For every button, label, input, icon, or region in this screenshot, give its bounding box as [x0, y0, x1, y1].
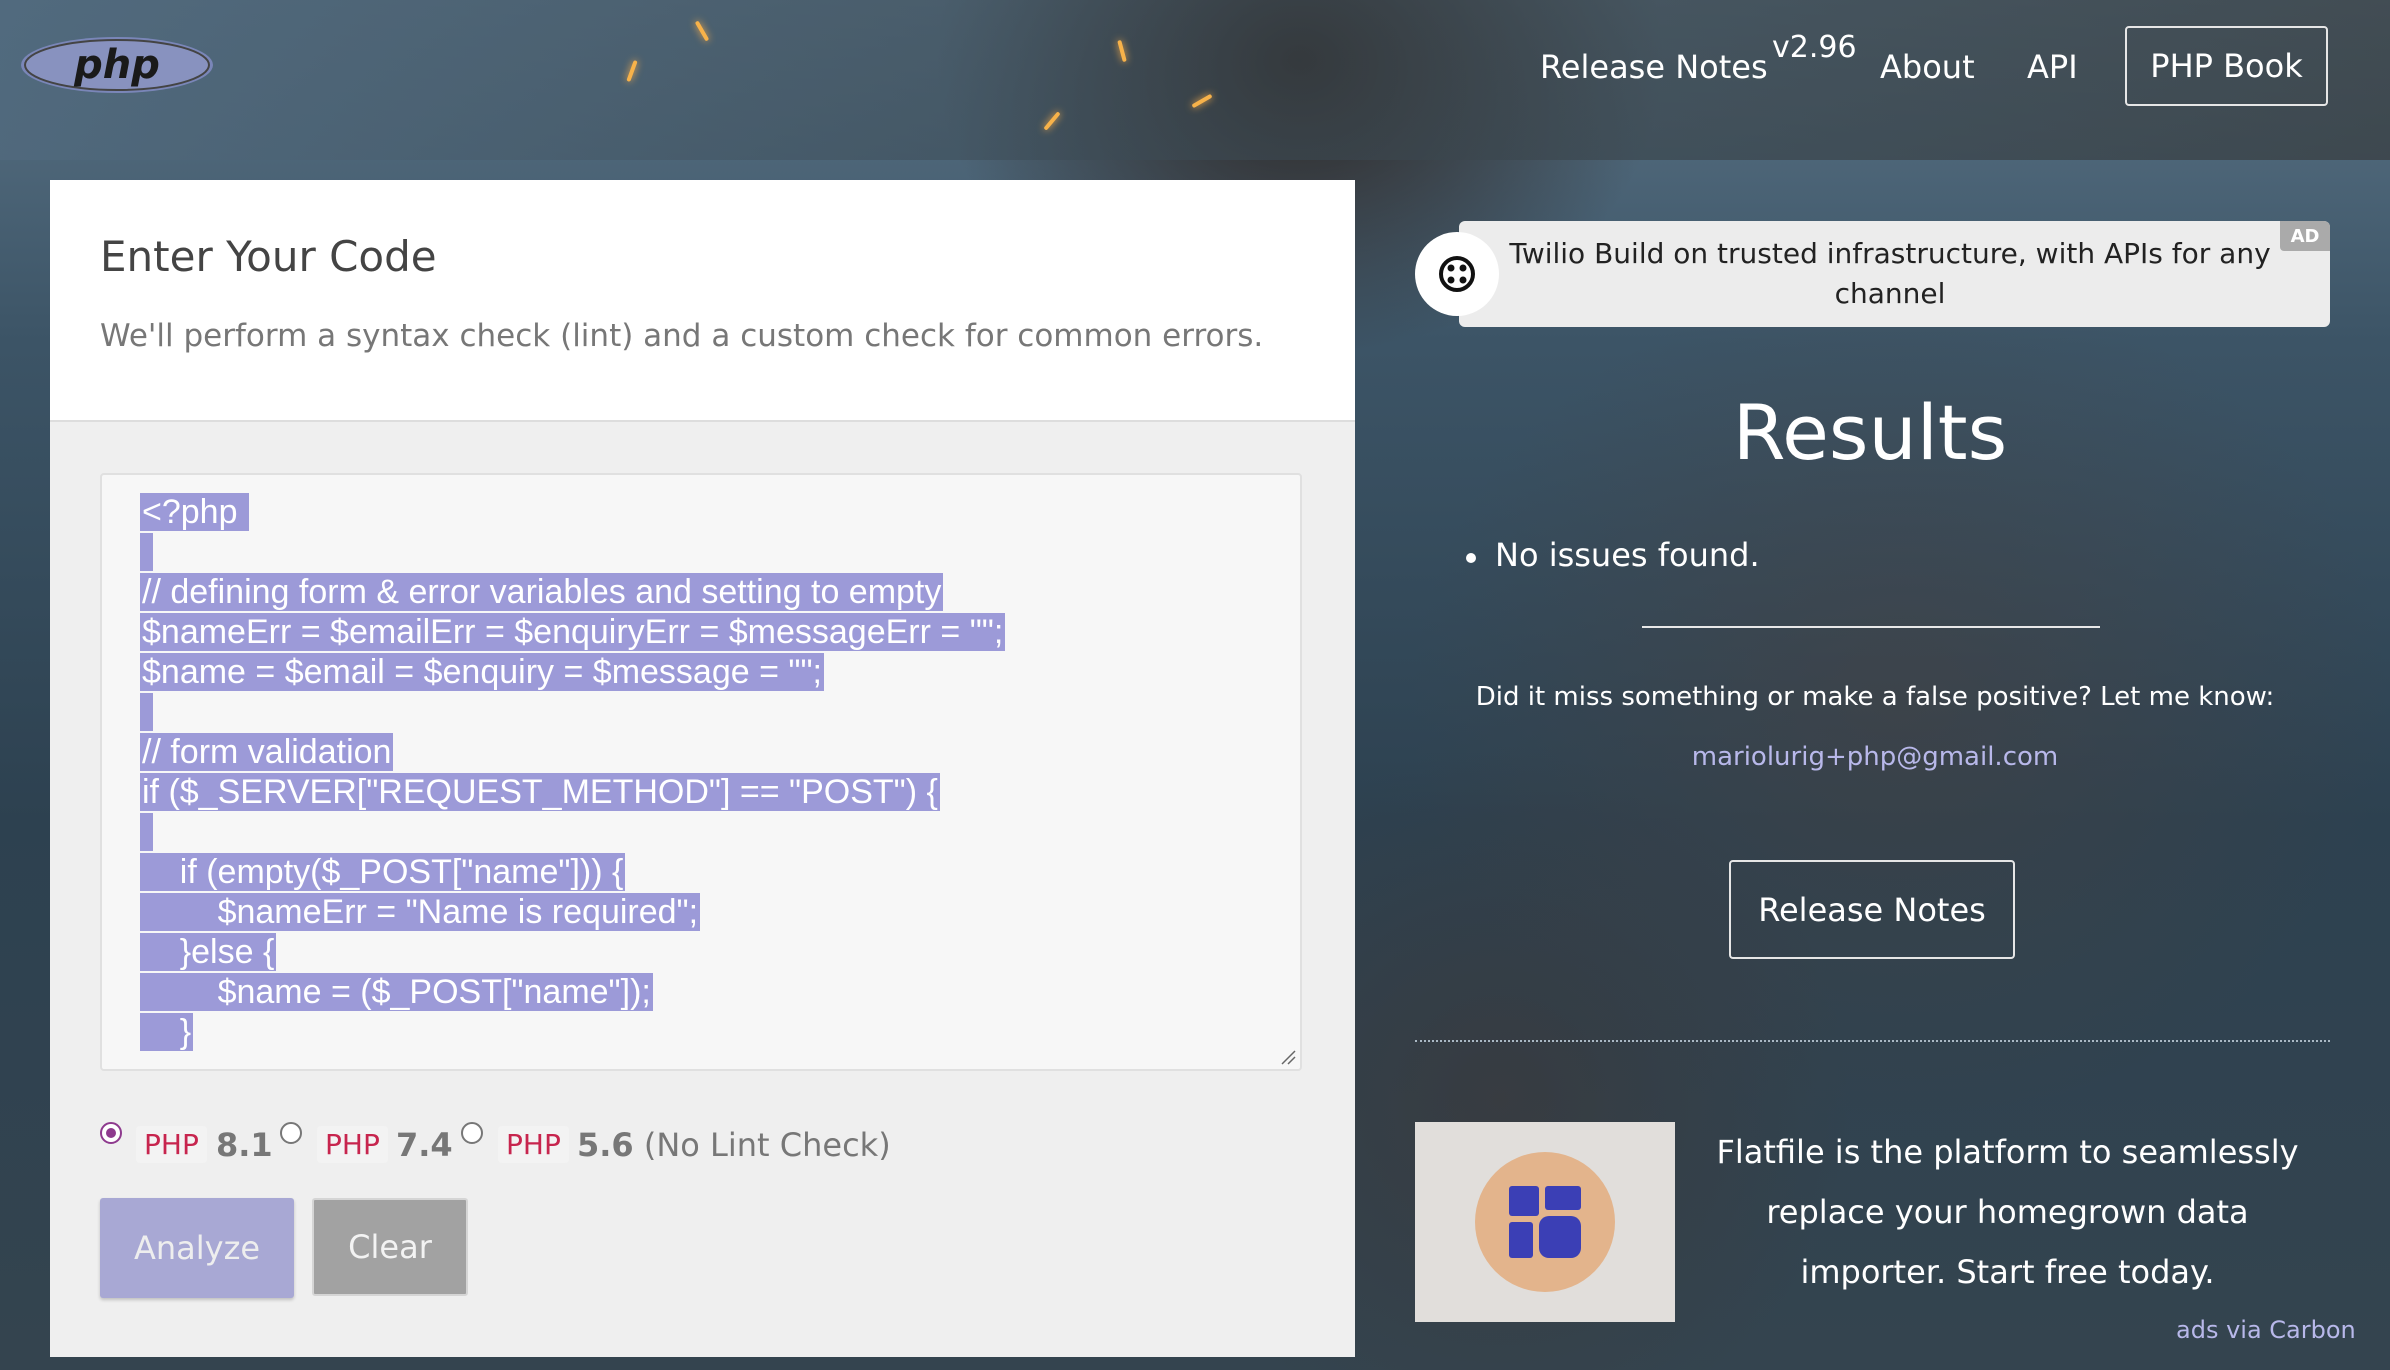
results-title: Results [1732, 388, 2008, 477]
nav-api[interactable]: API [2027, 48, 2078, 86]
twilio-logo-icon[interactable] [1415, 232, 1499, 316]
result-item: No issues found. [1495, 536, 1760, 574]
radio-php-74[interactable] [280, 1122, 302, 1144]
code-line: $nameErr = $emailErr = $enquiryErr = $me… [140, 613, 1006, 651]
svg-text:php: php [73, 42, 160, 88]
bullet-icon [1466, 553, 1476, 563]
sparkle-decoration [694, 20, 710, 42]
nav-release-notes[interactable]: Release Notes [1540, 48, 1768, 86]
panel-subtitle: We'll perform a syntax check (lint) and … [100, 318, 1264, 354]
version-number: 5.6 (No Lint Check) [577, 1126, 891, 1164]
flatfile-logo-icon [1475, 1152, 1615, 1292]
radio-php-81[interactable] [100, 1122, 122, 1144]
clear-button[interactable]: Clear [312, 1198, 468, 1296]
release-notes-button[interactable]: Release Notes [1729, 860, 2015, 959]
code-line: $name = ($_POST["name"]); [140, 973, 653, 1011]
code-line: $name = $email = $enquiry = $message = "… [140, 653, 824, 691]
code-line [140, 693, 154, 732]
php-logo[interactable]: php [20, 36, 214, 94]
sparkle-decoration [626, 59, 638, 83]
nav-about[interactable]: About [1880, 48, 1975, 86]
code-line: // form validation [140, 733, 394, 771]
code-line [140, 813, 154, 852]
dotted-divider [1415, 1040, 2330, 1042]
code-editor-textarea[interactable]: <?php // defining form & error variables… [100, 473, 1302, 1071]
code-panel: Enter Your Code We'll perform a syntax c… [50, 180, 1355, 1357]
php-tag: PHP [136, 1126, 207, 1163]
feedback-text: Did it miss something or make a false po… [1475, 682, 2275, 712]
code-line: // defining form & error variables and s… [140, 573, 944, 611]
php-book-button[interactable]: PHP Book [2125, 26, 2328, 106]
version-number: 8.1 [216, 1126, 273, 1164]
php-tag: PHP [498, 1126, 569, 1163]
feedback-email-link[interactable]: mariolurig+php@gmail.com [1400, 742, 2350, 772]
code-line: <?php [140, 493, 249, 531]
flatfile-ad-image[interactable] [1415, 1122, 1675, 1322]
ads-via-carbon-link[interactable]: ads via Carbon [2176, 1316, 2356, 1344]
version-number: 7.4 [396, 1126, 453, 1164]
flatfile-ad-text[interactable]: Flatfile is the platform to seamlessly r… [1690, 1122, 2325, 1302]
sparkle-decoration [1117, 39, 1127, 63]
twilio-ad-text[interactable]: Twilio Build on trusted infrastructure, … [1490, 234, 2290, 314]
panel-title: Enter Your Code [100, 232, 437, 281]
analyze-button[interactable]: Analyze [100, 1198, 294, 1298]
php-tag: PHP [317, 1126, 388, 1163]
resize-grip-icon[interactable] [1280, 1049, 1296, 1065]
sparkle-decoration [1191, 93, 1213, 109]
radio-php-56[interactable] [461, 1122, 483, 1144]
code-line: } [140, 1013, 194, 1051]
version-label: v2.96 [1772, 30, 1857, 65]
code-line: $nameErr = "Name is required"; [140, 893, 701, 931]
code-line: if ($_SERVER["REQUEST_METHOD"] == "POST"… [140, 773, 940, 811]
sparkle-decoration [1043, 111, 1061, 131]
code-panel-header: Enter Your Code We'll perform a syntax c… [50, 180, 1355, 422]
code-line: }else { [140, 933, 277, 971]
ad-badge: AD [2280, 221, 2330, 251]
header: php Release Notes v2.96 About API PHP Bo… [0, 0, 2390, 160]
no-lint-note: (No Lint Check) [633, 1126, 891, 1164]
divider [1642, 626, 2100, 628]
code-line [140, 533, 154, 572]
code-line: if (empty($_POST["name"])) { [140, 853, 626, 891]
